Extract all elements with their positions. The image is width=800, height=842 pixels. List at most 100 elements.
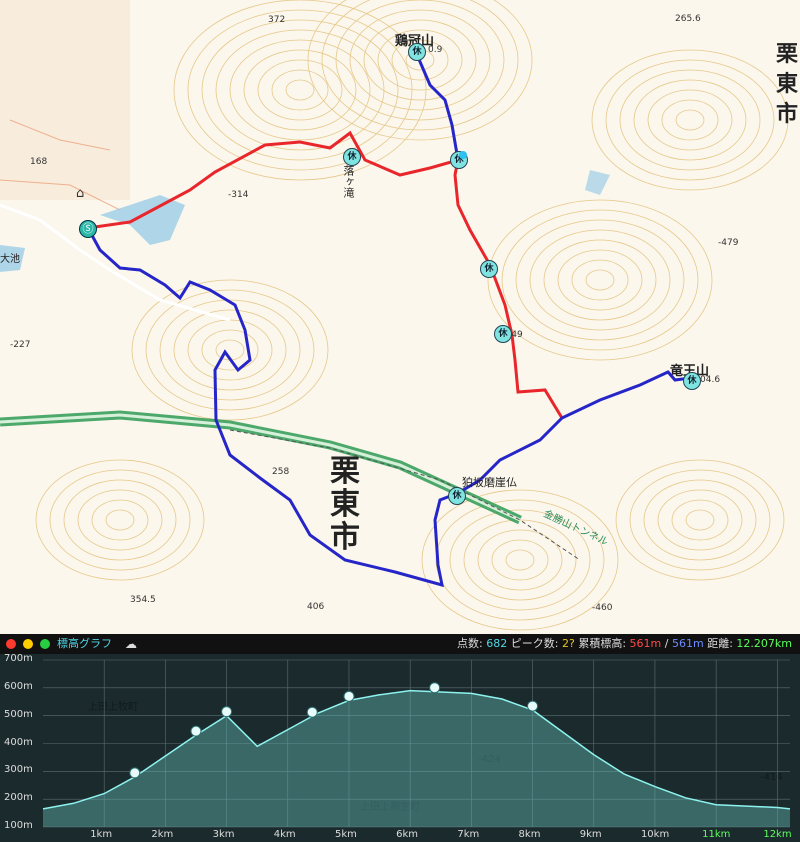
- elevation-label: 0.9: [428, 45, 443, 55]
- city-label-kanji-1: 栗: [330, 454, 360, 489]
- contour-line: [675, 109, 705, 131]
- rest-point-icon[interactable]: 休: [683, 372, 701, 390]
- elevation-graph[interactable]: 上田上牧町 上田上桐生町 -424 -414 100m 200m 300m 400m 5…: [0, 654, 800, 842]
- rest-marker[interactable]: [343, 690, 355, 702]
- contour-line: [647, 89, 733, 151]
- contour-line: [187, 319, 273, 381]
- side-city-kanji-1: 栗: [776, 42, 799, 67]
- contour-line: [271, 69, 329, 111]
- rest-marker[interactable]: [221, 706, 233, 718]
- home-icon: ⌂: [76, 186, 85, 201]
- contour-line: [421, 489, 619, 631]
- elevation-chart: [42, 659, 791, 828]
- contour-line: [591, 49, 789, 191]
- rest-marker[interactable]: [129, 767, 141, 779]
- pond-label: 大池: [0, 254, 20, 265]
- elevation-label: 168: [30, 157, 48, 167]
- x-tick-label: 6km: [396, 829, 419, 840]
- pond-east: [585, 170, 610, 195]
- rest-marker[interactable]: [190, 725, 202, 737]
- contour-line: [515, 219, 685, 341]
- distance-value: 12.207km: [736, 637, 792, 650]
- contour-line: [77, 489, 163, 551]
- contour-line: [49, 469, 191, 571]
- x-tick-label: 12km: [763, 829, 792, 840]
- map-canvas: [0, 0, 789, 631]
- elevation-label: 265.6: [675, 14, 701, 24]
- contour-lines: [35, 0, 789, 631]
- track-stats: 点数: 682 ピーク数: 2? 累積標高: 561m / 561m 距離: 1…: [457, 634, 792, 654]
- contour-line: [63, 479, 177, 561]
- contour-line: [685, 509, 715, 531]
- graph-title: 標高グラフ: [57, 637, 112, 650]
- elevation-graph-header: 標高グラフ ☁ 点数: 682 ピーク数: 2? 累積標高: 561m / 56…: [0, 634, 800, 654]
- pond: [100, 195, 185, 245]
- contour-line: [173, 309, 287, 391]
- contour-line: [145, 289, 315, 411]
- minimize-window-button[interactable]: [23, 639, 33, 649]
- contour-line: [585, 269, 615, 291]
- y-tick-label: 700m: [4, 654, 33, 664]
- contour-line: [105, 509, 135, 531]
- contour-line: [619, 69, 761, 171]
- contour-line: [285, 79, 315, 101]
- x-tick-label: 4km: [273, 829, 296, 840]
- y-tick-label: 600m: [4, 680, 33, 692]
- contour-line: [159, 299, 301, 401]
- contour-line: [491, 539, 549, 581]
- contour-line: [543, 239, 657, 321]
- ascent-value: 561m: [629, 637, 662, 650]
- contour-line: [529, 229, 671, 331]
- contour-line: [615, 459, 785, 581]
- topographic-map[interactable]: 栗 東 市 栗 東 市 鶏冠山 竜王山 落ヶ滝 狛坂磨崖仏 金勝山トンネル 大池…: [0, 0, 800, 634]
- peaks-value: 2?: [561, 637, 575, 650]
- points-label: 点数:: [457, 637, 483, 650]
- rest-point-icon[interactable]: 休: [343, 148, 361, 166]
- cloud-icon[interactable]: ☁: [125, 634, 137, 654]
- contour-line: [671, 499, 729, 541]
- elevation-label: 258: [272, 467, 290, 477]
- rest-marker[interactable]: [429, 682, 441, 694]
- contour-line: [91, 499, 149, 541]
- x-tick-label: 1km: [90, 829, 113, 840]
- contour-line: [477, 529, 563, 591]
- rest-point-icon[interactable]: 休: [408, 43, 426, 61]
- falls-label: 落ヶ滝: [342, 165, 355, 198]
- blue-track: [86, 49, 691, 588]
- rest-marker[interactable]: [306, 706, 318, 718]
- elevation-label: 04.6: [700, 375, 721, 385]
- peaks-label: ピーク数:: [510, 637, 559, 650]
- descent-value: 561m: [671, 637, 704, 650]
- y-tick-label: 500m: [4, 708, 33, 720]
- start-point-icon[interactable]: Ⓢ: [79, 220, 97, 238]
- contour-line: [257, 59, 343, 121]
- rest-marker[interactable]: [527, 700, 539, 712]
- close-window-button[interactable]: [6, 639, 16, 649]
- x-tick-label: 10km: [640, 829, 670, 840]
- ascent-label: 累積標高:: [578, 637, 627, 650]
- contour-line: [243, 49, 357, 131]
- points-value: 682: [486, 637, 508, 650]
- contour-line: [657, 489, 743, 551]
- contour-line: [571, 259, 629, 301]
- y-tick-label: 300m: [4, 764, 33, 776]
- rest-point-icon[interactable]: 休: [448, 487, 466, 505]
- x-tick-label: 9km: [579, 829, 602, 840]
- elevation-area: [43, 690, 790, 827]
- contour-line: [35, 459, 205, 581]
- x-tick-label: 7km: [457, 829, 480, 840]
- contour-line: [605, 59, 775, 181]
- contour-line: [661, 99, 719, 141]
- waypoint-marker[interactable]: [459, 151, 467, 159]
- rest-point-icon[interactable]: 休: [494, 325, 512, 343]
- zoom-window-button[interactable]: [40, 639, 50, 649]
- contour-line: [215, 29, 385, 151]
- y-tick-label: 200m: [4, 792, 33, 804]
- contour-line: [229, 39, 371, 141]
- x-tick-label: 8km: [518, 829, 541, 840]
- rest-point-icon[interactable]: 休: [480, 260, 498, 278]
- elevation-label: -460: [592, 603, 613, 613]
- contour-line: [557, 249, 643, 311]
- y-tick-label: 100m: [4, 820, 33, 831]
- contour-line: [643, 479, 757, 561]
